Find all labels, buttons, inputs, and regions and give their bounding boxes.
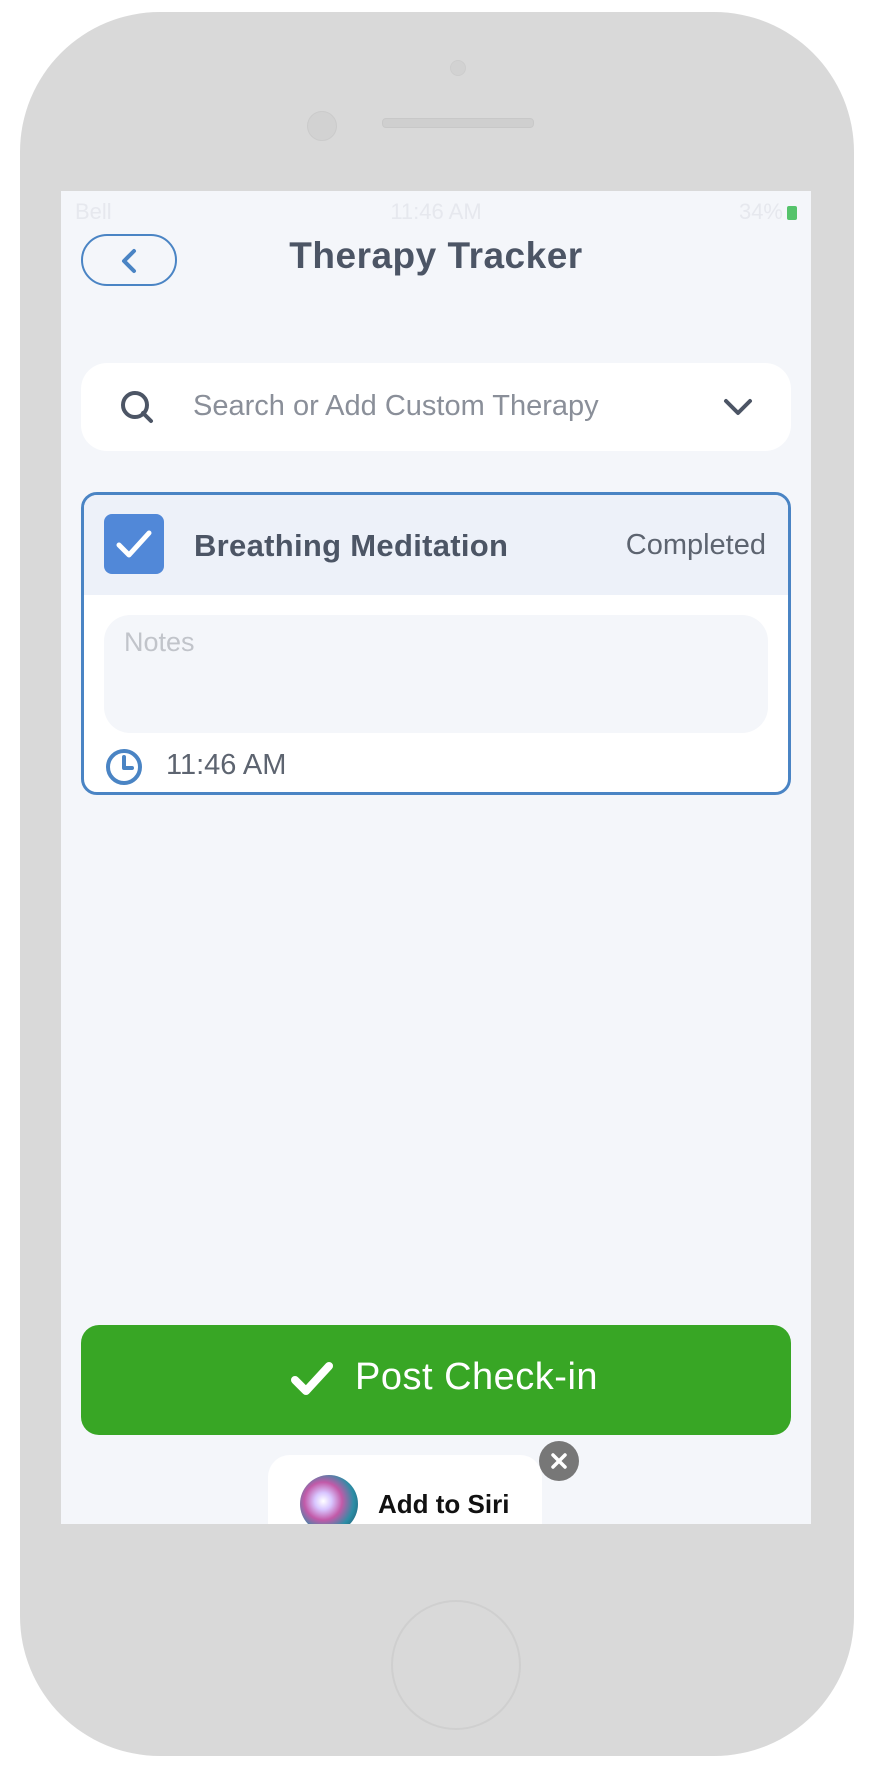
add-to-siri-button[interactable]: Add to Siri bbox=[268, 1455, 542, 1524]
post-check-in-label: Post Check-in bbox=[355, 1356, 599, 1398]
add-to-siri-label: Add to Siri bbox=[378, 1489, 510, 1519]
therapy-time[interactable]: 11:46 AM bbox=[166, 749, 286, 782]
completed-checkbox[interactable] bbox=[104, 514, 164, 574]
home-button[interactable] bbox=[391, 1600, 521, 1730]
therapy-name: Breathing Meditation bbox=[194, 528, 509, 563]
page-title: Therapy Tracker bbox=[289, 235, 583, 276]
close-icon bbox=[551, 1453, 567, 1469]
battery-percent: 34% bbox=[738, 199, 783, 224]
post-check-in-button[interactable]: Post Check-in bbox=[81, 1325, 791, 1435]
battery-indicator: 34% bbox=[739, 199, 797, 225]
search-placeholder: Search or Add Custom Therapy bbox=[193, 390, 599, 422]
front-camera bbox=[307, 111, 337, 141]
siri-icon bbox=[300, 1475, 358, 1524]
siri-dismiss-button[interactable] bbox=[539, 1441, 579, 1481]
checkmark-icon bbox=[116, 530, 152, 558]
therapy-card-header: Breathing Meditation Completed bbox=[84, 495, 788, 595]
clock-icon bbox=[106, 749, 142, 785]
earpiece-speaker bbox=[382, 118, 534, 128]
battery-icon bbox=[787, 206, 797, 221]
notes-field[interactable]: Notes bbox=[104, 615, 768, 733]
therapy-card: Breathing Meditation Completed Notes 11:… bbox=[81, 492, 791, 795]
search-icon bbox=[121, 391, 153, 423]
proximity-sensor bbox=[450, 60, 466, 76]
therapy-status: Completed bbox=[625, 529, 766, 561]
notes-placeholder: Notes bbox=[124, 627, 195, 657]
status-time: 11:46 AM bbox=[390, 199, 482, 224]
checkmark-icon bbox=[291, 1362, 333, 1395]
status-bar: Bell 11:46 AM 34% bbox=[61, 191, 811, 231]
therapy-search-input[interactable]: Search or Add Custom Therapy bbox=[81, 363, 791, 451]
chevron-down-icon[interactable] bbox=[723, 397, 753, 417]
app-screen: Bell 11:46 AM 34% Therapy Tracker Search… bbox=[61, 191, 811, 1524]
